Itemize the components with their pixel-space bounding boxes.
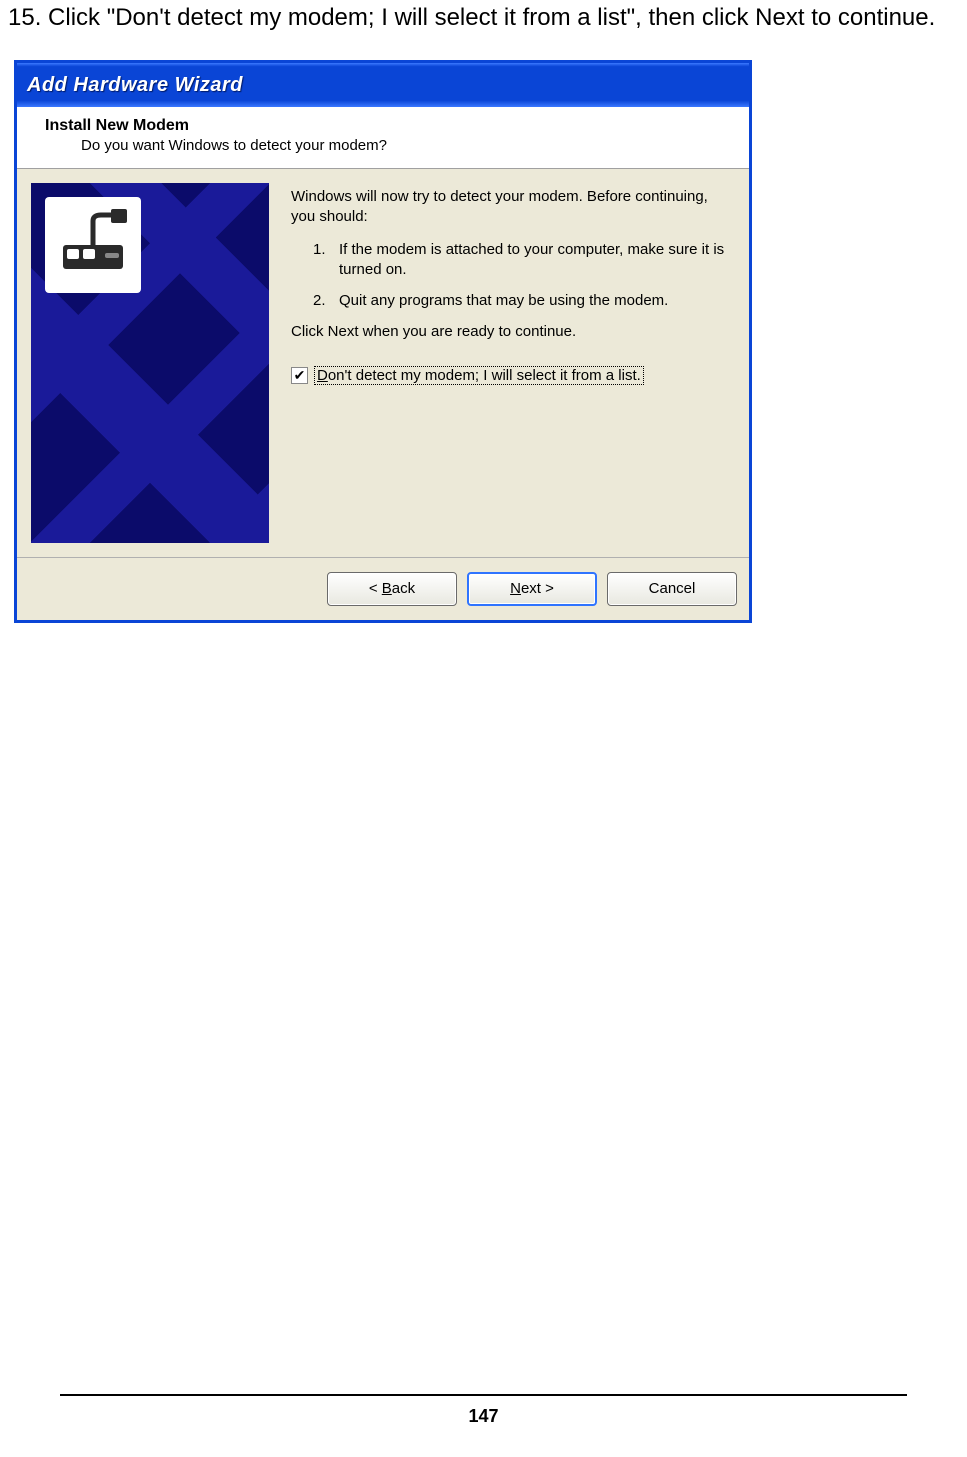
intro-text: Windows will now try to detect your mode… bbox=[291, 187, 731, 226]
wizard-right-content: Windows will now try to detect your mode… bbox=[269, 183, 735, 389]
modem-icon bbox=[45, 197, 141, 293]
dont-detect-label[interactable]: Don't detect my modem; I will select it … bbox=[314, 366, 644, 385]
window-title: Add Hardware Wizard bbox=[27, 74, 243, 97]
titlebar[interactable]: Add Hardware Wizard bbox=[17, 63, 749, 107]
step-1: 1. If the modem is attached to your comp… bbox=[313, 240, 731, 279]
wizard-button-bar: < Back Next > Cancel bbox=[17, 557, 749, 620]
wizard-window: Add Hardware Wizard Install New Modem Do… bbox=[14, 60, 752, 623]
wizard-side-graphic bbox=[31, 183, 269, 543]
step-2-num: 2. bbox=[313, 291, 339, 311]
footer-divider bbox=[60, 1394, 907, 1396]
closing-text: Click Next when you are ready to continu… bbox=[291, 323, 731, 340]
next-button[interactable]: Next > bbox=[467, 572, 597, 606]
step-2: 2. Quit any programs that may be using t… bbox=[313, 291, 731, 311]
step-1-num: 1. bbox=[313, 240, 339, 279]
step-2-text: Quit any programs that may be using the … bbox=[339, 291, 668, 311]
step-1-text: If the modem is attached to your compute… bbox=[339, 240, 731, 279]
wizard-header-subtitle: Do you want Windows to detect your modem… bbox=[81, 137, 735, 154]
wizard-content: Windows will now try to detect your mode… bbox=[17, 169, 749, 557]
page-number: 147 bbox=[0, 1406, 967, 1427]
page-footer: 147 bbox=[0, 1394, 967, 1427]
dont-detect-checkbox-row[interactable]: ✔ Don't detect my modem; I will select i… bbox=[291, 366, 731, 385]
dont-detect-checkbox[interactable]: ✔ bbox=[291, 367, 308, 384]
instruction-text: 15. Click "Don't detect my modem; I will… bbox=[8, 4, 959, 32]
wizard-header-title: Install New Modem bbox=[45, 117, 735, 135]
back-button[interactable]: < Back bbox=[327, 572, 457, 606]
wizard-header: Install New Modem Do you want Windows to… bbox=[17, 107, 749, 169]
cancel-button[interactable]: Cancel bbox=[607, 572, 737, 606]
